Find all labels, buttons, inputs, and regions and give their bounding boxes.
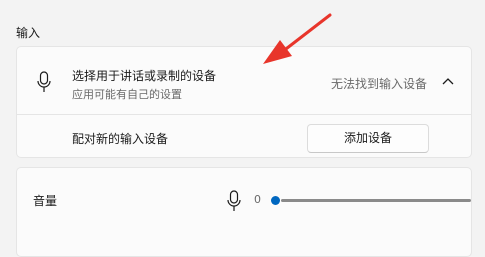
input-device-title: 选择用于讲话或录制的设备 xyxy=(72,69,217,83)
volume-card: 音量 0 xyxy=(16,167,472,257)
input-settings-card: 选择用于讲话或录制的设备 应用可能有自己的设置 无法找到输入设备 配对新的输入设… xyxy=(16,46,472,158)
add-device-button[interactable]: 添加设备 xyxy=(307,124,429,153)
input-device-row[interactable]: 选择用于讲话或录制的设备 应用可能有自己的设置 无法找到输入设备 xyxy=(17,47,471,115)
chevron-up-icon[interactable] xyxy=(442,77,454,85)
volume-slider-thumb[interactable] xyxy=(271,196,280,205)
microphone-icon xyxy=(37,71,51,92)
microphone-icon[interactable] xyxy=(227,190,241,212)
pair-device-row: 配对新的输入设备 添加设备 xyxy=(17,115,471,159)
volume-slider[interactable] xyxy=(271,196,471,206)
volume-label: 音量 xyxy=(33,194,58,208)
section-title-input: 输入 xyxy=(16,26,41,40)
input-device-status: 无法找到输入设备 xyxy=(330,77,427,91)
volume-slider-track[interactable] xyxy=(281,199,471,202)
pair-device-label: 配对新的输入设备 xyxy=(72,132,169,146)
input-device-subtitle: 应用可能有自己的设置 xyxy=(72,88,182,101)
volume-value: 0 xyxy=(254,193,261,206)
